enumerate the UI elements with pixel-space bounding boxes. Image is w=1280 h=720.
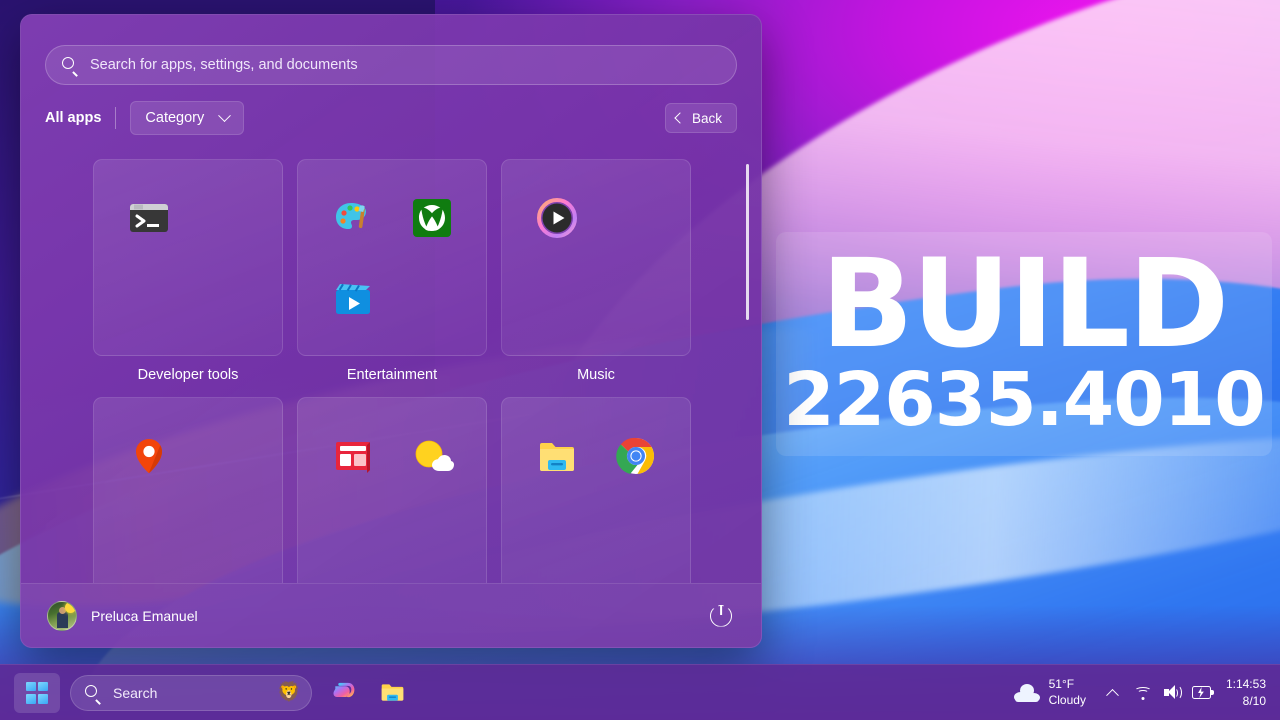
- chevron-left-icon: [674, 112, 686, 124]
- back-button[interactable]: Back: [664, 103, 737, 133]
- category-label: Developer tools: [137, 367, 239, 383]
- taskbar-search-box[interactable]: Search 🦁: [70, 674, 312, 711]
- category-label: Category: [145, 110, 205, 126]
- map-pin-icon: [127, 434, 171, 478]
- chevron-down-icon: [218, 108, 232, 122]
- tray-clock[interactable]: 1:14:53 8/10: [1218, 676, 1266, 708]
- toolbar-divider: [115, 107, 117, 129]
- search-placeholder: Search for apps, settings, and documents: [90, 57, 358, 73]
- weather-icon: [410, 434, 454, 478]
- build-overlay-line1: BUILD: [820, 233, 1229, 376]
- copilot-icon: [333, 682, 354, 698]
- start-menu-footer: Preluca Emanuel: [21, 583, 761, 647]
- news-icon: [331, 434, 375, 478]
- taskbar-system-tray: 51°F Cloudy 1:14:53 8/10: [1013, 675, 1280, 711]
- taskbar: Search 🦁 51°F Cloudy 1:14:53 8/10: [0, 664, 1280, 720]
- category-cell[interactable]: Productivity: [501, 397, 691, 583]
- category-grid-scroll-area[interactable]: Developer tools Entertainment Music: [21, 159, 761, 583]
- lion-emoji-icon: 🦁: [277, 682, 301, 703]
- tray-battery-button[interactable]: [1188, 675, 1218, 711]
- category-tile-music[interactable]: [501, 159, 691, 356]
- wifi-icon: [1134, 686, 1152, 700]
- scrollbar-track[interactable]: [746, 159, 755, 583]
- tray-weather-widget[interactable]: 51°F Cloudy: [1013, 677, 1098, 708]
- build-overlay-line2: 22635.4010: [783, 356, 1266, 443]
- avatar: [47, 600, 77, 631]
- all-apps-label: All apps: [45, 110, 102, 126]
- category-tile-productivity[interactable]: [501, 397, 691, 583]
- start-toolbar: All apps Category Back: [21, 85, 761, 135]
- search-icon: [62, 57, 78, 77]
- tray-overflow-button[interactable]: [1098, 675, 1128, 711]
- movies-tv-icon: [331, 276, 375, 320]
- tray-volume-button[interactable]: [1158, 675, 1188, 711]
- taskbar-copilot-button[interactable]: [322, 673, 362, 713]
- taskbar-file-explorer-button[interactable]: [372, 673, 412, 713]
- windows-logo-icon: [26, 681, 48, 704]
- start-button[interactable]: [14, 672, 60, 713]
- tray-date: 8/10: [1242, 693, 1266, 708]
- file-explorer-icon: [535, 434, 579, 478]
- category-tile-maps[interactable]: [93, 397, 283, 583]
- battery-charging-icon: [1191, 686, 1214, 699]
- xbox-icon: [410, 196, 454, 240]
- scrollbar-thumb[interactable]: [746, 164, 749, 320]
- cloud-icon: [1013, 683, 1040, 702]
- category-tile-developer-tools[interactable]: [93, 159, 283, 356]
- tray-time: 1:14:53: [1225, 677, 1266, 692]
- user-account-button[interactable]: Preluca Emanuel: [47, 600, 198, 631]
- category-cell[interactable]: Developer tools: [93, 159, 283, 383]
- media-player-icon: [535, 196, 579, 240]
- start-menu: Search for apps, settings, and documents…: [20, 14, 762, 648]
- category-grid: Developer tools Entertainment Music: [69, 159, 761, 583]
- taskbar-left-cluster: Search 🦁: [0, 672, 412, 713]
- tray-weather-temp: 51°F: [1048, 676, 1075, 691]
- chrome-icon: [614, 434, 658, 478]
- terminal-icon: [127, 196, 171, 240]
- category-tile-news-weather[interactable]: [297, 397, 487, 583]
- start-search-row: Search for apps, settings, and documents: [21, 15, 761, 85]
- category-label: Music: [577, 367, 615, 383]
- category-tile-entertainment[interactable]: [297, 159, 487, 356]
- category-cell[interactable]: Music: [501, 159, 691, 383]
- tray-wifi-button[interactable]: [1128, 675, 1158, 711]
- category-cell[interactable]: News and weather: [297, 397, 487, 583]
- taskbar-search-label: Search: [113, 684, 158, 701]
- category-label: Entertainment: [346, 367, 438, 383]
- paint-icon: [331, 196, 375, 240]
- back-label: Back: [691, 110, 722, 126]
- power-button[interactable]: [707, 602, 735, 630]
- chevron-up-icon: [1106, 688, 1120, 702]
- category-cell[interactable]: Entertainment: [297, 159, 487, 383]
- tray-weather-text: 51°F Cloudy: [1049, 677, 1086, 708]
- speaker-icon: [1163, 685, 1182, 700]
- tray-weather-condition: Cloudy: [1048, 692, 1086, 707]
- search-icon: [85, 684, 101, 705]
- search-input[interactable]: Search for apps, settings, and documents: [45, 45, 737, 85]
- file-explorer-icon: [381, 684, 403, 701]
- category-dropdown[interactable]: Category: [130, 101, 245, 135]
- build-version-overlay: BUILD 22635.4010: [776, 232, 1272, 456]
- category-cell[interactable]: Maps: [93, 397, 283, 583]
- user-name-label: Preluca Emanuel: [91, 607, 198, 624]
